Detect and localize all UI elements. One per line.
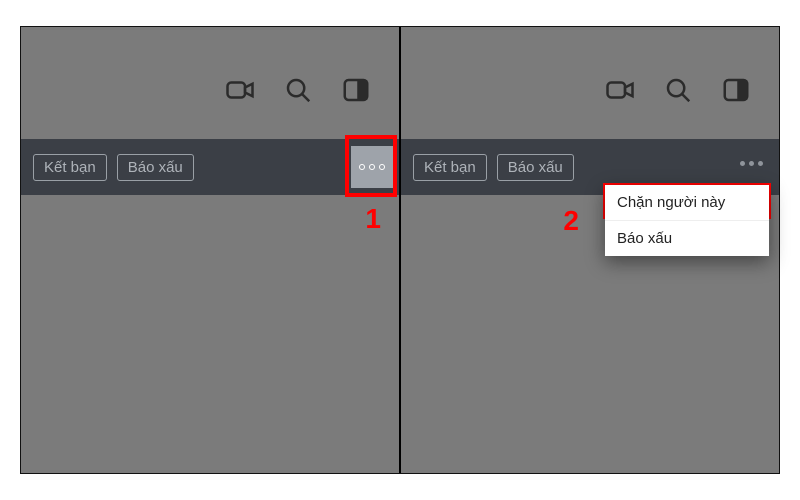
panel-step-1: Kết bạn Báo xấu 1 [21, 27, 399, 473]
search-icon[interactable] [663, 75, 693, 110]
sidebar-toggle-icon[interactable] [721, 75, 751, 110]
add-friend-button[interactable]: Kết bạn [413, 154, 487, 181]
search-icon[interactable] [283, 75, 313, 110]
top-icon-row [605, 75, 751, 110]
dots-icon [379, 164, 385, 170]
report-button[interactable]: Báo xấu [497, 154, 574, 181]
menu-item-block-user[interactable]: Chặn người này [605, 185, 769, 220]
menu-item-report[interactable]: Báo xấu [605, 220, 769, 256]
panel-step-2: Kết bạn Báo xấu Chặn người này Báo xấu 2 [401, 27, 779, 473]
add-friend-button[interactable]: Kết bạn [33, 154, 107, 181]
video-call-icon[interactable] [605, 75, 635, 110]
step-number-1: 1 [365, 203, 381, 235]
more-options-menu: Chặn người này Báo xấu [605, 185, 769, 256]
top-icon-row [225, 75, 371, 110]
video-call-icon[interactable] [225, 75, 255, 110]
report-button[interactable]: Báo xấu [117, 154, 194, 181]
tutorial-frame: Kết bạn Báo xấu 1 Kết bạn B [20, 26, 780, 474]
step-number-2: 2 [563, 205, 579, 237]
more-options-button[interactable] [351, 146, 393, 188]
dots-icon [758, 161, 763, 166]
sidebar-toggle-icon[interactable] [341, 75, 371, 110]
action-bar: Kết bạn Báo xấu [21, 139, 399, 195]
dots-icon [369, 164, 375, 170]
dots-icon [749, 161, 754, 166]
more-options-button[interactable] [740, 161, 763, 166]
dots-icon [359, 164, 365, 170]
dots-icon [740, 161, 745, 166]
